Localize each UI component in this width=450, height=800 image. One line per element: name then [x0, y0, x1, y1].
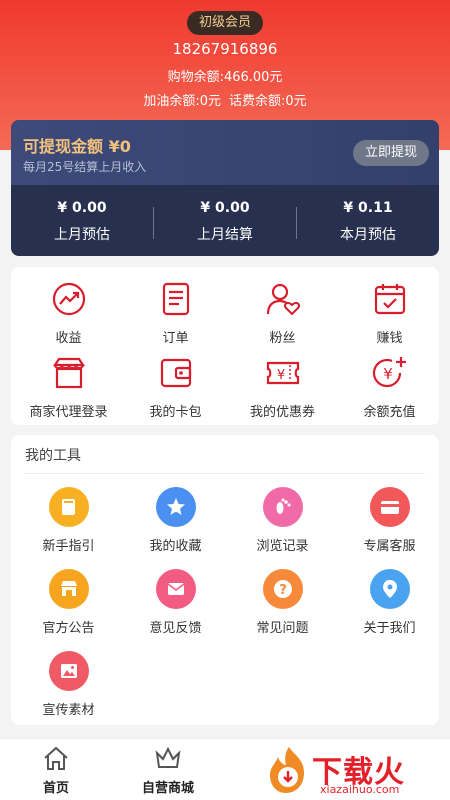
home-icon	[44, 746, 68, 770]
stat-amount: ¥ 0.00	[57, 200, 107, 216]
tool-customer-service[interactable]: 专属客服	[336, 487, 443, 554]
menu-item-label: 我的卡包	[149, 405, 202, 420]
menu-item-earn-money[interactable]: 赚钱	[336, 281, 443, 346]
location-icon	[369, 569, 410, 609]
question-icon: ?	[262, 569, 303, 609]
tab-home[interactable]: 首页	[0, 745, 112, 796]
tool-about-us[interactable]: 关于我们	[336, 569, 443, 636]
stat-amount: ¥ 0.11	[343, 200, 393, 216]
tool-faq[interactable]: ? 常见问题	[229, 569, 336, 636]
calendar-check-icon	[374, 284, 405, 315]
tool-label: 官方公告	[42, 621, 95, 636]
tool-label: 常见问题	[256, 621, 309, 636]
my-tools-panel: 我的工具 新手指引 我的收藏 浏览记录 专属客服 官方公告 意见反馈 ? 常见问…	[11, 435, 439, 725]
tab-label: 首页	[42, 781, 69, 796]
stat-last-month-settled: ¥ 0.00 上月结算	[154, 200, 296, 244]
tool-official-notice[interactable]: 官方公告	[15, 569, 122, 636]
tool-label: 专属客服	[363, 539, 416, 554]
function-menu-panel: 收益 订单 粉丝 赚钱 商家代理登录 我的卡包 ¥ 我的优惠券 ¥ 余额充值	[11, 267, 439, 425]
phone-number: 18267916896	[172, 40, 278, 58]
tool-label: 关于我们	[363, 621, 416, 636]
crown-icon	[155, 746, 181, 768]
member-level-badge: 初级会员	[187, 11, 263, 35]
tool-label: 宣传素材	[42, 703, 95, 718]
withdrawable-amount: 可提现金额 ¥0	[23, 137, 131, 156]
menu-item-coupons[interactable]: ¥ 我的优惠券	[229, 355, 336, 420]
fuel-balance: 加油余额:0元	[143, 94, 221, 109]
svg-text:¥: ¥	[276, 368, 284, 383]
coupon-icon: ¥	[266, 361, 299, 385]
menu-item-label: 商家代理登录	[29, 405, 108, 420]
mail-icon	[155, 569, 196, 609]
tool-label: 新手指引	[42, 539, 95, 554]
flame-icon	[270, 747, 304, 793]
tool-my-favorites[interactable]: 我的收藏	[122, 487, 229, 554]
guide-icon	[48, 487, 89, 527]
fans-icon	[266, 283, 300, 316]
stat-label: 本月预估	[340, 227, 396, 243]
tool-feedback[interactable]: 意见反馈	[122, 569, 229, 636]
menu-item-label: 订单	[162, 331, 189, 346]
menu-item-label: 收益	[55, 331, 82, 346]
menu-item-label: 余额充值	[363, 405, 416, 420]
menu-item-earnings[interactable]: 收益	[15, 281, 122, 346]
order-icon	[162, 282, 189, 316]
tool-beginner-guide[interactable]: 新手指引	[15, 487, 122, 554]
tool-browse-history[interactable]: 浏览记录	[229, 487, 336, 554]
menu-item-merchant-login[interactable]: 商家代理登录	[15, 355, 122, 420]
withdraw-button[interactable]: 立即提现	[353, 140, 429, 166]
menu-item-balance-recharge[interactable]: ¥ 余额充值	[336, 355, 443, 420]
tab-self-operated-mall[interactable]: 自营商城	[112, 745, 224, 796]
footprint-icon	[262, 487, 303, 527]
stat-amount: ¥ 0.00	[200, 200, 250, 216]
star-icon	[155, 487, 196, 527]
store-icon	[52, 357, 85, 389]
image-icon	[48, 651, 89, 691]
stat-label: 上月预估	[54, 227, 110, 243]
wallet-icon	[160, 358, 191, 388]
menu-item-label: 我的优惠券	[249, 405, 315, 420]
tool-label: 我的收藏	[149, 539, 202, 554]
menu-item-card-wallet[interactable]: 我的卡包	[122, 355, 229, 420]
stat-label: 上月结算	[197, 227, 253, 243]
withdraw-card: 可提现金额 ¥0 每月25号结算上月收入 立即提现 ¥ 0.00 上月预估 ¥ …	[11, 120, 439, 256]
yen-plus-icon: ¥	[372, 357, 406, 388]
watermark-url: xiazaihuo.com	[320, 783, 400, 796]
stat-last-month-estimate: ¥ 0.00 上月预估	[11, 200, 153, 244]
shop-notice-icon	[48, 569, 89, 609]
menu-item-label: 粉丝	[269, 331, 296, 346]
stat-this-month-estimate: ¥ 0.11 本月预估	[297, 200, 439, 244]
phone-bill-balance: 话费余额:0元	[229, 94, 307, 109]
watermark-logo: 下载火 xiazaihuo.com	[262, 745, 450, 800]
tab-label: 自营商城	[141, 781, 194, 796]
menu-item-orders[interactable]: 订单	[122, 281, 229, 346]
settlement-note: 每月25号结算上月收入	[23, 160, 147, 174]
svg-text:¥: ¥	[383, 365, 393, 383]
tools-divider	[25, 473, 425, 474]
tool-promo-material[interactable]: 宣传素材	[15, 651, 122, 718]
svg-text:?: ?	[279, 583, 287, 598]
shopping-balance: 购物余额:466.00元	[167, 70, 283, 85]
menu-item-fans[interactable]: 粉丝	[229, 281, 336, 346]
menu-item-label: 赚钱	[376, 331, 403, 346]
card-icon	[369, 487, 410, 527]
tools-title: 我的工具	[25, 448, 81, 464]
trend-icon	[52, 282, 85, 316]
other-balances: 加油余额:0元 话费余额:0元	[0, 90, 450, 109]
tool-label: 意见反馈	[149, 621, 202, 636]
tool-label: 浏览记录	[256, 539, 309, 554]
